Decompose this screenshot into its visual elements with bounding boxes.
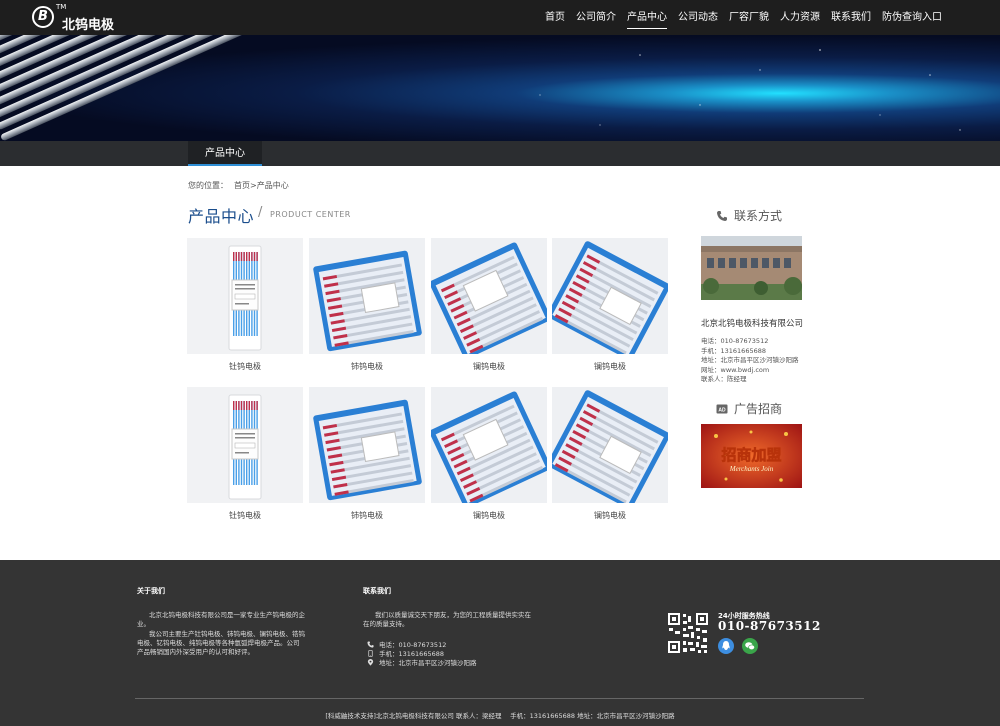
product-name[interactable]: 镧钨电极 <box>552 510 668 521</box>
ad-icon: AD <box>716 404 728 413</box>
top-navigation-bar: B TM 北钨电极 首页 公司简介 产品中心 公司动态 厂容厂貌 人力资源 联系… <box>0 0 1000 35</box>
nav-hr[interactable]: 人力资源 <box>780 0 820 35</box>
product-image[interactable] <box>187 387 303 503</box>
footer-address: 地址：北京市昌平区沙河镇沙阳路 <box>379 659 477 667</box>
product-card[interactable]: 钍钨电极 <box>187 387 303 521</box>
mobile-icon <box>368 649 373 657</box>
ad-small-text: Merchants Join <box>729 465 774 473</box>
ad-heading: AD 广告招商 <box>716 400 782 417</box>
nav-contact[interactable]: 联系我们 <box>831 0 871 35</box>
subnav-product-center[interactable]: 产品中心 <box>188 141 262 166</box>
product-card[interactable]: 镧钨电极 <box>552 238 668 372</box>
contact-mobile: 手机：13161665688 <box>701 346 766 355</box>
product-image[interactable] <box>187 238 303 354</box>
page-title: 产品中心 <box>188 207 255 226</box>
hotline-number: 010-87673512 <box>718 619 821 633</box>
footer-divider <box>135 698 864 699</box>
company-name: 北京北钨电极科技有限公司 <box>701 319 804 329</box>
ad-big-text: 招商加盟 <box>721 446 781 464</box>
footer-about-p1: 北京北钨电极科技有限公司是一家专业生产钨电极的企业。 <box>137 611 305 628</box>
nav-product-center[interactable]: 产品中心 <box>627 0 667 35</box>
product-image[interactable] <box>552 387 668 503</box>
hero-banner <box>0 35 1000 141</box>
product-name[interactable]: 铈钨电极 <box>309 361 425 372</box>
copyright: [科威鼬技术支持]北京北钨电极科技有限公司 联系人：梁经理 手机：1316166… <box>325 712 675 720</box>
breadcrumb-prefix: 您的位置： <box>188 181 228 190</box>
product-image[interactable] <box>309 238 425 354</box>
contact-address: 地址：北京市昌平区沙河镇沙阳路 <box>701 356 799 364</box>
footer-contact-title: 联系我们 <box>363 587 391 595</box>
main-nav: 首页 公司简介 产品中心 公司动态 厂容厂貌 人力资源 联系我们 防伪查询入口 <box>534 0 942 35</box>
company-building-photo <box>701 236 802 300</box>
product-card[interactable]: 镧钨电极 <box>552 387 668 521</box>
nav-anti-counterfeit[interactable]: 防伪查询入口 <box>882 0 942 35</box>
sub-navigation: 产品中心 <box>0 141 1000 166</box>
product-name[interactable]: 铈钨电极 <box>309 510 425 521</box>
breadcrumb-home[interactable]: 首页 <box>234 181 250 190</box>
contact-heading: 联系方式 <box>716 207 782 224</box>
logo-mark: B <box>32 6 54 28</box>
product-name[interactable]: 钍钨电极 <box>187 361 303 372</box>
page-subtitle: PRODUCT CENTER <box>270 210 351 219</box>
contact-phone: 电话：010-87673512 <box>701 337 769 345</box>
product-image[interactable] <box>431 387 547 503</box>
product-name[interactable]: 钍钨电极 <box>187 510 303 521</box>
product-name[interactable]: 镧钨电极 <box>431 510 547 521</box>
breadcrumb: 您的位置： 首页>产品中心 <box>188 180 289 191</box>
phone-icon <box>717 210 727 221</box>
wechat-icon[interactable] <box>742 638 758 654</box>
nav-factory[interactable]: 厂容厂貌 <box>729 0 769 35</box>
contact-person: 联系人：陈经理 <box>701 375 747 383</box>
product-card[interactable]: 铈钨电极 <box>309 238 425 372</box>
footer-contact-p: 我们以质量诚交天下朋友，为您的工程质量提供实实在在的质量支持。 <box>363 611 531 628</box>
product-image[interactable] <box>309 387 425 503</box>
breadcrumb-separator: > <box>250 181 257 190</box>
footer-about-title: 关于我们 <box>137 587 165 595</box>
qq-icon[interactable] <box>718 638 734 654</box>
nav-company-intro[interactable]: 公司简介 <box>576 0 616 35</box>
product-name[interactable]: 镧钨电极 <box>431 361 547 372</box>
logo-trademark: TM <box>56 3 67 11</box>
merchants-join-ad[interactable]: 招商加盟 Merchants Join <box>701 424 802 488</box>
product-card[interactable]: 镧钨电极 <box>431 387 547 521</box>
product-image[interactable] <box>431 238 547 354</box>
ad-title: 广告招商 <box>734 402 783 416</box>
product-card[interactable]: 镧钨电极 <box>431 238 547 372</box>
ad-icon-text: AD <box>718 407 726 413</box>
product-image[interactable] <box>552 238 668 354</box>
nav-home[interactable]: 首页 <box>545 0 565 35</box>
contact-title: 联系方式 <box>734 209 783 223</box>
product-card[interactable]: 铈钨电极 <box>309 387 425 521</box>
nav-company-news[interactable]: 公司动态 <box>678 0 718 35</box>
footer-about-p2: 我公司主要生产钍钨电极、铈钨电极、镧钨电极、锆钨电极、钇钨电极、纯钨电极等各种氩… <box>137 630 305 656</box>
phone-icon <box>367 640 374 648</box>
contact-info: 电话：010-87673512 手机：13161665688 地址：北京市昌平区… <box>701 337 799 385</box>
logo[interactable]: B TM 北钨电极 <box>30 3 120 33</box>
electrode-rods-graphic <box>0 35 961 141</box>
footer-address-line: 地址：北京市昌平区沙河镇沙阳路 <box>367 657 477 667</box>
qr-code <box>667 612 709 654</box>
product-card[interactable]: 钍钨电极 <box>187 238 303 372</box>
location-icon <box>367 658 374 666</box>
product-name[interactable]: 镧钨电极 <box>552 361 668 372</box>
title-slash: / <box>258 205 263 220</box>
logo-text: 北钨电极 <box>62 18 115 33</box>
contact-website: 网址：www.bwdj.com <box>701 365 770 374</box>
breadcrumb-current[interactable]: 产品中心 <box>257 181 289 190</box>
